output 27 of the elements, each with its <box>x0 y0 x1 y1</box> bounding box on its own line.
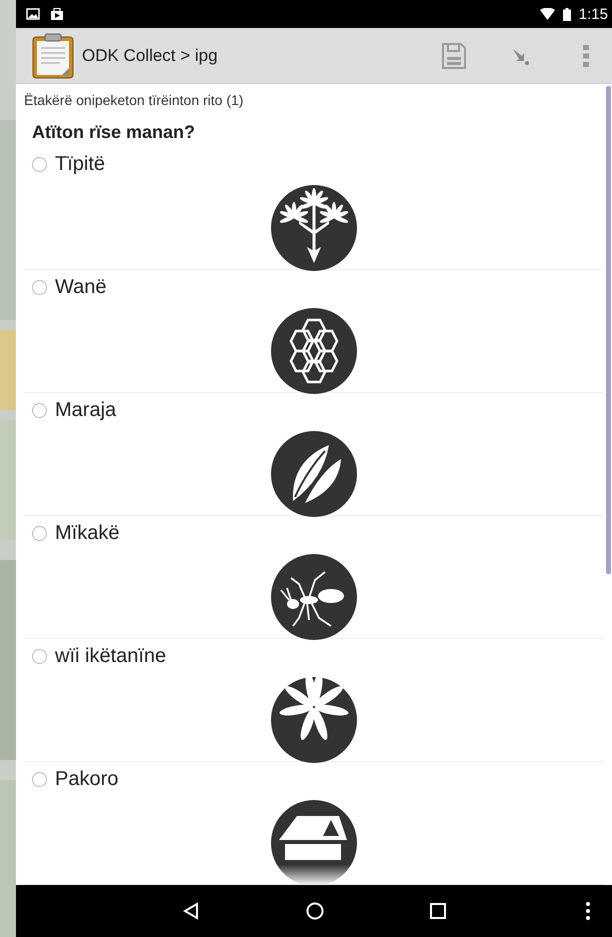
clock-time: 1:15 <box>578 6 608 22</box>
menu-icon <box>586 902 590 920</box>
radio-option[interactable]: Wanë <box>24 270 111 303</box>
image-icon <box>26 8 40 20</box>
recents-icon <box>430 903 446 919</box>
briefcase-icon <box>50 8 64 20</box>
radio-option[interactable]: Tïpitë <box>24 147 110 180</box>
plant-icon <box>271 185 357 271</box>
wifi-icon <box>540 8 555 20</box>
app-title: ODK Collect > ipg <box>82 46 218 66</box>
save-icon <box>441 42 467 70</box>
leaf-icon <box>271 431 357 517</box>
leaves-icon <box>271 677 357 763</box>
home-icon <box>306 902 324 920</box>
battery-icon <box>562 8 571 20</box>
back-icon <box>182 902 200 920</box>
group-label: Ëtakërë onipeketon tïrëinton rito (1) <box>24 92 244 108</box>
radio-option[interactable]: Pakoro <box>24 762 122 795</box>
radio-option[interactable]: Maraja <box>24 393 120 426</box>
house-icon <box>271 800 357 885</box>
radio-option[interactable]: Mïkakë <box>24 516 124 549</box>
honeycomb-icon <box>271 308 357 394</box>
clipboard-icon <box>32 32 74 78</box>
ant-icon <box>271 554 357 640</box>
menu-icon <box>583 44 589 66</box>
question-text: Atïton rïse manan? <box>32 122 196 143</box>
radio-option[interactable]: wïi ikëtanïne <box>24 639 170 672</box>
